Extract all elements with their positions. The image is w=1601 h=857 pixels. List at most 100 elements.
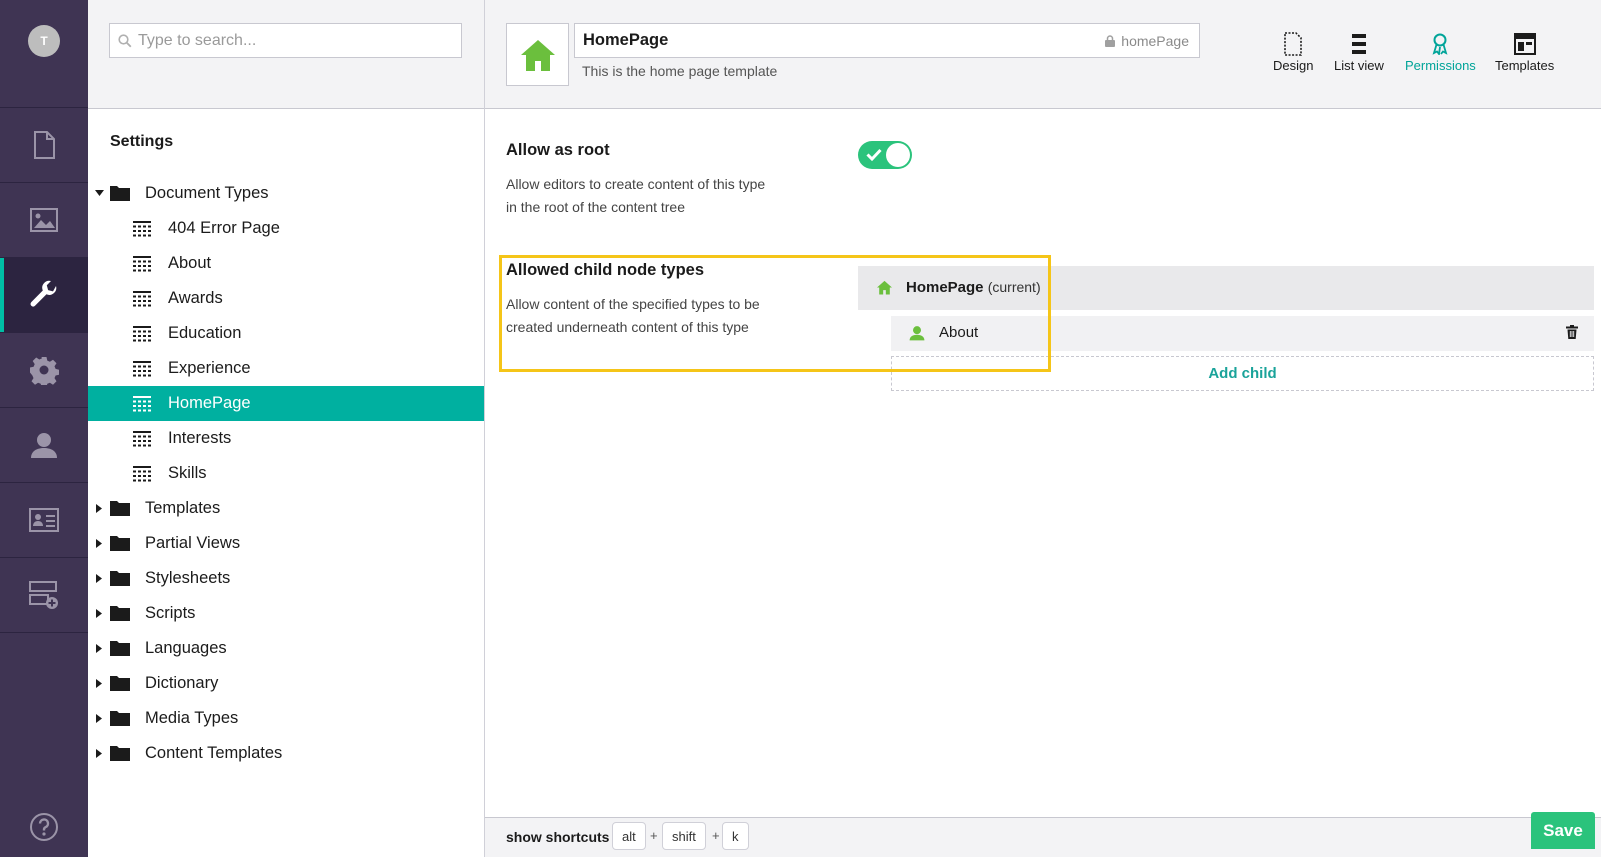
tree-folder-content-templates[interactable]: Content Templates (88, 736, 484, 771)
avatar[interactable]: T (28, 25, 60, 57)
section-rail: T (0, 0, 88, 857)
layout-icon (1513, 33, 1536, 55)
tree-item-awards[interactable]: Awards (88, 281, 484, 316)
highlight-box (499, 255, 1051, 372)
section-forms[interactable] (0, 558, 88, 633)
permissions-panel: Allow as root Allow editors to create co… (485, 109, 1601, 817)
app-label: Permissions (1405, 58, 1476, 73)
doctype-icon (133, 466, 151, 482)
doctype-icon (133, 291, 151, 307)
allow-root-title: Allow as root (506, 141, 610, 159)
doctype-icon-picker[interactable] (506, 23, 569, 86)
tree-folder-templates[interactable]: Templates (88, 491, 484, 526)
caret-right-icon[interactable] (96, 504, 102, 513)
help-button[interactable] (0, 812, 88, 842)
section-settings[interactable] (0, 258, 88, 333)
tree-item-404-error-page[interactable]: 404 Error Page (88, 211, 484, 246)
folder-icon (110, 606, 130, 621)
caret-right-icon[interactable] (96, 714, 102, 723)
app-label: Templates (1495, 58, 1555, 73)
tree-label: Awards (168, 289, 223, 307)
folder-icon (110, 676, 130, 691)
tree-folder-languages[interactable]: Languages (88, 631, 484, 666)
section-media[interactable] (0, 183, 88, 258)
tree-item-interests[interactable]: Interests (88, 421, 484, 456)
app-templates[interactable]: Templates (1495, 30, 1554, 73)
caret-right-icon[interactable] (96, 644, 102, 653)
gear-icon (30, 357, 59, 385)
tree-label: Skills (168, 464, 207, 482)
form-add-icon (29, 581, 58, 609)
doctype-name[interactable]: HomePage (583, 31, 668, 50)
tree-item-education[interactable]: Education (88, 316, 484, 351)
tree-label: Templates (145, 499, 221, 517)
folder-icon (110, 711, 130, 726)
allow-root-description: Allow editors to create content of this … (506, 173, 786, 219)
doctype-icon (133, 326, 151, 342)
show-shortcuts-button[interactable]: show shortcuts (506, 829, 609, 845)
folder-icon (110, 501, 130, 516)
section-members[interactable] (0, 483, 88, 558)
image-icon (30, 208, 58, 232)
tree-label: Interests (168, 429, 232, 447)
allow-root-desc-line-2: in the root of the content tree (506, 199, 686, 215)
user-icon (31, 433, 57, 458)
tree-label: About (168, 254, 212, 272)
tree-label: Dictionary (145, 674, 219, 692)
tree-item-skills[interactable]: Skills (88, 456, 484, 491)
tree-label: Scripts (145, 604, 196, 622)
tree-item-about[interactable]: About (88, 246, 484, 281)
alias-text: homePage (1121, 33, 1189, 49)
help-icon (30, 813, 58, 841)
tree-folder-dictionary[interactable]: Dictionary (88, 666, 484, 701)
avatar-area: T (0, 0, 88, 108)
section-packages[interactable] (0, 333, 88, 408)
caret-down-icon[interactable] (95, 190, 104, 196)
doctype-icon (133, 431, 151, 447)
wrench-icon (30, 280, 57, 307)
shortcut-key-shift: shift (662, 822, 706, 850)
document-icon (34, 131, 55, 159)
search-input[interactable] (110, 24, 461, 57)
tree-item-experience[interactable]: Experience (88, 351, 484, 386)
shortcut-key-alt: alt (612, 822, 646, 850)
trash-icon[interactable] (1566, 325, 1578, 339)
doctype-icon (133, 256, 151, 272)
tree-label: HomePage (168, 394, 251, 412)
doctype-description[interactable]: This is the home page template (582, 63, 777, 79)
tree-label: Media Types (145, 709, 239, 727)
section-content[interactable] (0, 108, 88, 183)
caret-right-icon[interactable] (96, 749, 102, 758)
check-icon (866, 148, 882, 161)
tree-label: Education (168, 324, 242, 342)
tree-panel: Settings Document Types 404 Error Page Ab… (88, 0, 485, 857)
tree-heading: Settings (110, 133, 174, 150)
doctype-alias[interactable]: homePage (1105, 33, 1189, 49)
caret-right-icon[interactable] (96, 609, 102, 618)
caret-right-icon[interactable] (96, 539, 102, 548)
caret-right-icon[interactable] (96, 679, 102, 688)
tree-folder-media-types[interactable]: Media Types (88, 701, 484, 736)
id-card-icon (29, 508, 59, 532)
save-button[interactable]: Save (1531, 812, 1595, 849)
app-list-view[interactable]: List view (1334, 30, 1384, 73)
shortcut-plus: + (650, 828, 658, 843)
tree-label: Partial Views (145, 534, 241, 552)
tree-folder-stylesheets[interactable]: Stylesheets (88, 561, 484, 596)
caret-right-icon[interactable] (96, 574, 102, 583)
doctype-name-field[interactable]: HomePage homePage (574, 23, 1200, 58)
shortcut-key-k: k (722, 822, 749, 850)
section-users[interactable] (0, 408, 88, 483)
app-permissions[interactable]: Permissions (1405, 30, 1476, 73)
tree-item-homepage[interactable]: HomePage (88, 386, 484, 421)
award-icon (1432, 33, 1448, 55)
folder-icon (110, 746, 130, 761)
tree-folder-document-types[interactable]: Document Types (88, 176, 484, 211)
app-design[interactable]: Design (1273, 30, 1313, 73)
tree-folder-partial-views[interactable]: Partial Views (88, 526, 484, 561)
tree-folder-scripts[interactable]: Scripts (88, 596, 484, 631)
tree-label: Experience (168, 359, 251, 377)
search-icon (118, 34, 132, 48)
lock-icon[interactable] (1105, 35, 1116, 47)
allow-root-toggle[interactable] (858, 141, 912, 169)
